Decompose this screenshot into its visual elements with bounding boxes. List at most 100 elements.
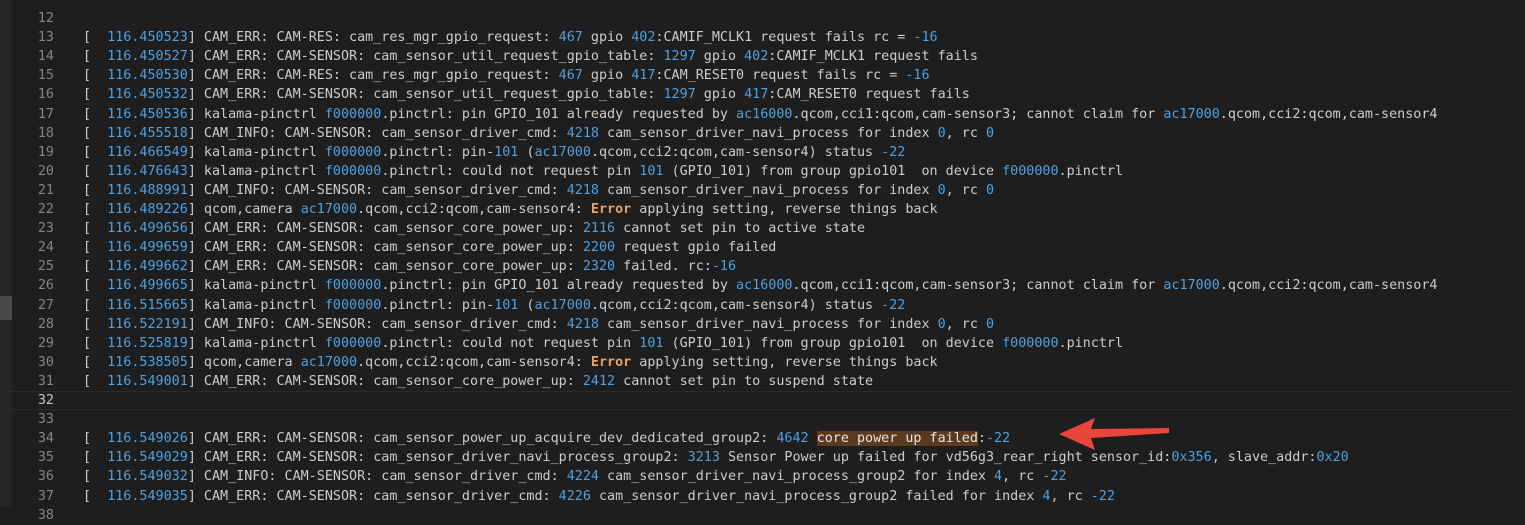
text-token: ] CAM_INFO: CAM-SENSOR: cam_sensor_drive… [187,316,567,332]
text-token: ] CAM_ERR: CAM-SENSOR: cam_sensor_core_p… [187,259,583,275]
text-token: [ [83,221,108,237]
line-number: 32 [37,393,54,408]
log-text: [ 116.499662] CAM_ERR: CAM-SENSOR: cam_s… [83,257,736,276]
log-text: [ 116.488991] CAM_INFO: CAM-SENSOR: cam_… [83,181,994,200]
text-token: ] kalama-pinctrl [187,297,325,313]
number-token: 4 [994,469,1003,485]
log-line[interactable]: 16 [ 116.450532] CAM_ERR: CAM-SENSOR: cam… [0,85,1525,104]
highlighted-text: core power up failed [816,431,978,447]
text-token: ] kalama-pinctrl [187,335,325,351]
log-line[interactable]: 25 [ 116.499662] CAM_ERR: CAM-SENSOR: cam… [0,257,1525,276]
number-token: 2200 [582,240,616,256]
log-line[interactable]: 27 [ 116.515665] kalama-pinctrl f000000.p… [0,296,1525,315]
number-token: 116.488991 [107,182,188,198]
number-token: 116.466549 [107,144,188,160]
log-line[interactable]: 17 [ 116.450536] kalama-pinctrl f000000.p… [0,105,1525,124]
text-token: :CAMIF_MCLK1 request fails [768,49,978,65]
log-line[interactable]: 22 [ 116.489226] qcom,camera ac17000.qcom… [0,200,1525,219]
number-token: ac17000 [300,202,358,217]
number-token: 116.549001 [107,373,188,389]
text-token: cam_sensor_driver_navi_process_group2 fo… [598,469,995,485]
line-number: 36 [37,469,54,485]
number-token: 116.489226 [107,202,188,217]
text-token: cannot set pin to suspend state [615,373,874,389]
log-text: [ 116.538505] qcom,camera ac17000.qcom,c… [83,353,938,372]
text-token: ] CAM_ERR: CAM-RES: cam_res_mgr_gpio_req… [187,30,559,46]
number-token: ac17000 [534,144,591,160]
text-token: ] CAM_ERR: CAM-SENSOR: cam_sensor_util_r… [187,49,664,65]
number-token: 116.549035 [107,488,188,504]
log-text: [ 116.450523] CAM_ERR: CAM-RES: cam_res_… [83,28,938,47]
number-token: f000000 [324,297,382,313]
number-token: 116.450523 [107,30,188,46]
log-line[interactable]: 28 [ 116.522191] CAM_INFO: CAM-SENSOR: ca… [0,315,1525,334]
text-token: [ [83,202,108,217]
number-token: f000000 [324,163,382,179]
text-token: cannot set pin to active state [615,221,866,237]
log-line[interactable]: 33 [0,410,1525,429]
line-number: 14 [37,49,54,65]
log-line[interactable]: 19 [ 116.466549] kalama-pinctrl f000000.p… [0,143,1525,162]
log-line[interactable]: 24 [ 116.499659] CAM_ERR: CAM-SENSOR: cam… [0,238,1525,257]
text-token: .pinctrl: pin- [381,144,495,160]
number-token: 0x356 [1171,450,1212,466]
log-line[interactable]: 26 [ 116.499665] kalama-pinctrl f000000.p… [0,276,1525,295]
vertical-scrollbar[interactable] [1511,0,1525,507]
log-line[interactable]: 18 [ 116.455518] CAM_INFO: CAM-SENSOR: ca… [0,124,1525,143]
number-token: 417 [631,68,656,84]
number-token: 116.549026 [107,431,188,447]
log-text: [ 116.525819] kalama-pinctrl f000000.pin… [83,334,1123,353]
log-line[interactable]: 29[ 116.525819] kalama-pinctrl f000000.p… [0,334,1525,353]
log-text: [ 116.549001] CAM_ERR: CAM-SENSOR: cam_s… [83,372,873,391]
text-token: [ [83,259,108,275]
log-line[interactable]: 36 [ 116.549032] CAM_INFO: CAM-SENSOR: ca… [0,467,1525,486]
log-line[interactable]: 37 [ 116.549035] CAM_ERR: CAM-SENSOR: cam… [0,487,1525,506]
number-token: 4642 [776,431,809,447]
number-token: ac17000 [1163,278,1220,294]
log-line[interactable]: 31 [ 116.549001] CAM_ERR: CAM-SENSOR: cam… [0,372,1525,391]
text-token: applying setting, reverse things back [631,202,938,217]
line-number: 26 [37,278,54,294]
log-line[interactable]: 21 [ 116.488991] CAM_INFO: CAM-SENSOR: ca… [0,181,1525,200]
log-line[interactable]: 35 [ 116.549029] CAM_ERR: CAM-SENSOR: cam… [0,448,1525,467]
log-line[interactable]: 12 [0,9,1525,28]
text-token: [ [83,450,108,466]
log-text: [ 116.455518] CAM_INFO: CAM-SENSOR: cam_… [83,124,994,143]
number-token: 2320 [582,259,616,275]
line-number: 21 [37,182,54,198]
log-text: [ 116.450532] CAM_ERR: CAM-SENSOR: cam_s… [83,85,970,104]
text-token: ] qcom,camera [187,202,301,217]
number-token: 4218 [566,125,599,141]
log-line[interactable]: 34 [ 116.549026] CAM_ERR: CAM-SENSOR: cam… [0,429,1525,448]
log-line[interactable]: 32 [0,391,1525,410]
number-token: -16 [905,68,930,84]
text-token: ] kalama-pinctrl [187,144,325,160]
line-number: 38 [37,507,54,523]
text-token: cam_sensor_driver_navi_process for index [598,316,938,332]
number-token: 1297 [663,87,696,103]
text-token: [ [83,373,108,389]
text-token: .qcom,cci2:qcom,cam-sensor4 [1219,106,1438,122]
text-token: ] CAM_ERR: CAM-SENSOR: cam_sensor_driver… [187,450,688,466]
log-line[interactable]: 13 [ 116.450523] CAM_ERR: CAM-RES: cam_re… [0,28,1525,47]
text-token: , rc [1050,488,1091,504]
text-token: gpio [695,87,745,103]
log-line[interactable]: 38 [0,506,1525,525]
text-token: .pinctrl: pin- [381,297,495,313]
text-token: :CAM_RESET0 request fails [768,87,970,103]
text-token: [ [83,87,108,103]
number-token: f000000 [324,144,382,160]
log-editor[interactable]: 12 13[ 116.450523] CAM_ERR: CAM-RES: cam_… [0,0,1525,523]
log-line[interactable]: 23 [ 116.499656] CAM_ERR: CAM-SENSOR: cam… [0,219,1525,238]
text-token: ] kalama-pinctrl [187,106,325,122]
log-line[interactable]: 15 [ 116.450530] CAM_ERR: CAM-RES: cam_re… [0,66,1525,85]
number-token: 116.525819 [107,335,188,351]
text-token: cam_sensor_driver_navi_process_group2 fa… [590,488,1043,504]
number-token: 4218 [566,316,599,332]
number-token: 101 [494,297,519,313]
number-token: 101 [639,163,664,179]
log-line[interactable]: 20[ 116.476643] kalama-pinctrl f000000.p… [0,162,1525,181]
text-token: (GPIO_101) from group gpio101 on device [663,335,1003,351]
log-line[interactable]: 14 [ 116.450527] CAM_ERR: CAM-SENSOR: cam… [0,47,1525,66]
log-line[interactable]: 30 [ 116.538505] qcom,camera ac17000.qcom… [0,353,1525,372]
